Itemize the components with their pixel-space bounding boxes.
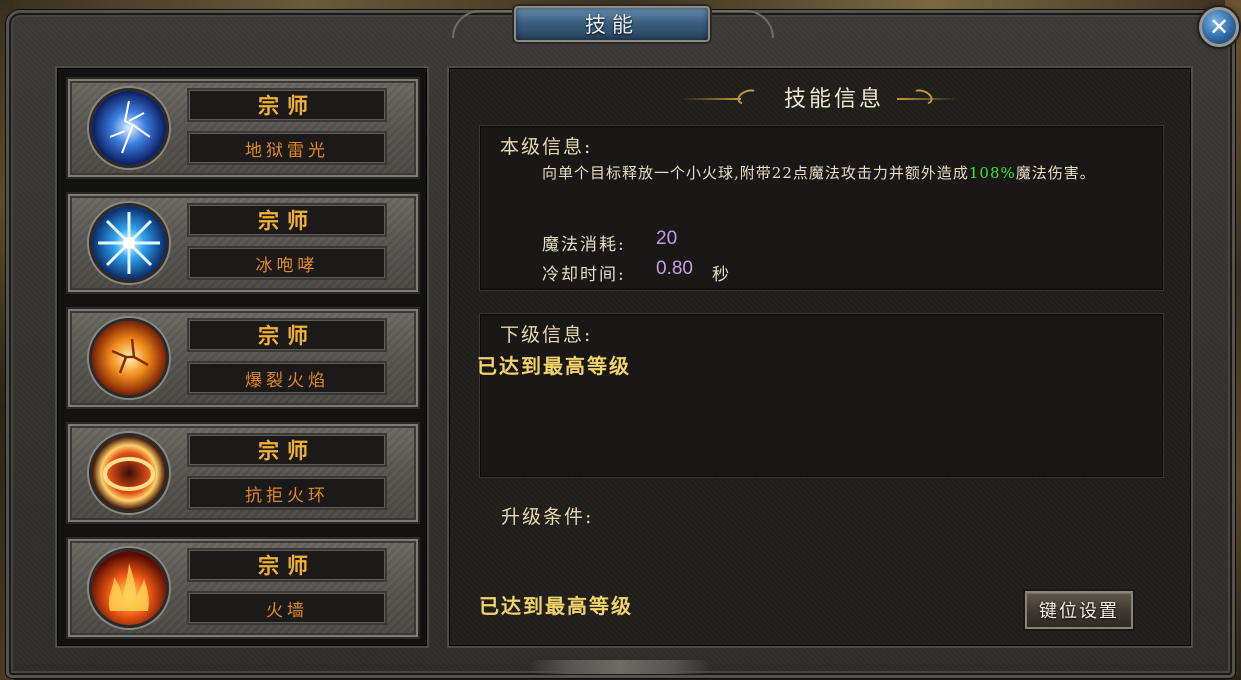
upgrade-max-text: 已达到最高等级 xyxy=(479,594,633,618)
header-ornament-right xyxy=(897,98,957,100)
cooldown-value: 0.80 xyxy=(656,258,693,279)
skill-level-label: 宗师 xyxy=(187,203,387,237)
close-button[interactable]: ✕ xyxy=(1199,7,1239,47)
skill-item-0[interactable]: 宗师 地狱雷光 xyxy=(66,77,420,179)
ice-burst-icon xyxy=(89,203,169,283)
fire-explosion-icon xyxy=(89,318,169,398)
skill-level-label: 宗师 xyxy=(187,433,387,467)
mana-cost-label: 魔法消耗: xyxy=(542,235,626,255)
keybind-settings-button[interactable]: 键位设置 xyxy=(1025,591,1133,629)
mana-cost-value: 20 xyxy=(656,228,678,249)
next-level-max-text: 已达到最高等级 xyxy=(477,354,631,378)
skill-name-label: 地狱雷光 xyxy=(187,131,387,165)
description-highlight: 108% xyxy=(968,164,1016,182)
skill-item-3[interactable]: 宗师 抗拒火环 xyxy=(66,422,420,524)
info-header: 技能信息 xyxy=(783,87,884,112)
description-text-end: 魔法伤害。 xyxy=(1015,164,1096,182)
skill-name-label: 冰咆哮 xyxy=(187,246,387,280)
skill-level-label: 宗师 xyxy=(187,548,387,582)
cooldown-unit: 秒 xyxy=(712,265,729,285)
close-icon: ✕ xyxy=(1208,13,1230,41)
window-title: 技能 xyxy=(514,6,710,42)
skill-name-label: 火墙 xyxy=(187,591,387,625)
skill-item-4[interactable]: 宗师 火墙 xyxy=(66,537,420,639)
current-level-description: 向单个目标释放一个小火球,附带22点魔法攻击力并额外造成108%魔法伤害。 xyxy=(542,160,1158,186)
upgrade-condition-label: 升级条件: xyxy=(501,506,594,528)
lightning-orb-icon xyxy=(89,88,169,168)
current-level-box: 本级信息: 向单个目标释放一个小火球,附带22点魔法攻击力并额外造成108%魔法… xyxy=(479,125,1164,291)
next-level-label: 下级信息: xyxy=(500,324,593,346)
description-text: 向单个目标释放一个小火球,附带22点魔法攻击力并额外造成 xyxy=(542,164,969,182)
skill-list-panel: 宗师 地狱雷光 宗师 冰咆哮 宗师 爆裂火焰 宗师 抗拒火环 宗师 火墙 xyxy=(55,66,429,648)
next-level-box: 下级信息: xyxy=(479,313,1164,478)
skill-level-label: 宗师 xyxy=(187,318,387,352)
bottom-ornament xyxy=(530,660,710,674)
skill-name-label: 抗拒火环 xyxy=(187,476,387,510)
skill-item-2[interactable]: 宗师 爆裂火焰 xyxy=(66,307,420,409)
fire-wall-icon xyxy=(89,548,169,628)
skill-info-panel: 技能信息 本级信息: 向单个目标释放一个小火球,附带22点魔法攻击力并额外造成1… xyxy=(447,66,1193,648)
skill-level-label: 宗师 xyxy=(187,88,387,122)
current-level-label: 本级信息: xyxy=(500,136,593,158)
skill-item-1[interactable]: 宗师 冰咆哮 xyxy=(66,192,420,294)
cooldown-label: 冷却时间: xyxy=(542,265,626,285)
fire-ring-icon xyxy=(89,433,169,513)
skill-name-label: 爆裂火焰 xyxy=(187,361,387,395)
